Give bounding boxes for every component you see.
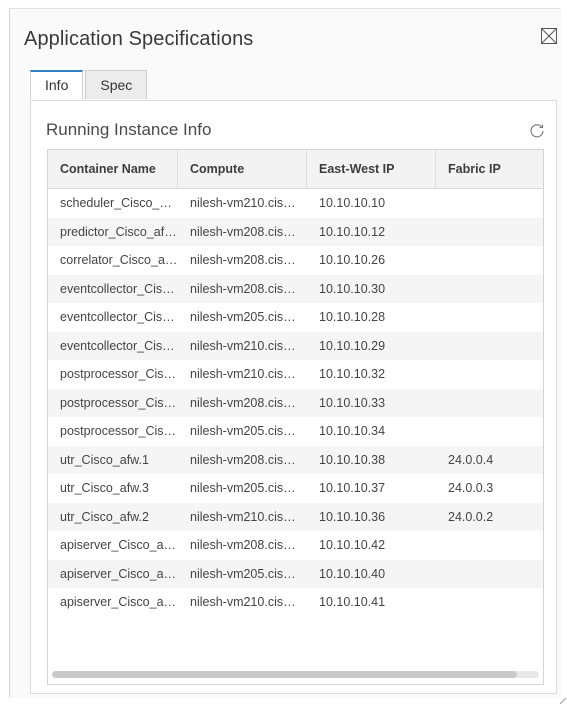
tab-info[interactable]: Info [30,70,84,99]
cell-compute: nilesh-vm210.cis… [190,509,296,524]
table-row[interactable]: postprocessor_Cis… nilesh-vm210.cis… 10.10… [48,360,543,389]
cell-container-name: scheduler_Cisco_… [60,196,172,210]
table-header: Container Name Compute East-West IP Fabr… [48,150,543,189]
cell-fabric-ip [436,531,543,560]
scrollbar-thumb[interactable] [52,671,517,678]
cell-compute: nilesh-vm210.cis… [190,367,296,381]
cell-fabric-ip: 24.0.0.3 [448,481,494,495]
table-row[interactable]: postprocessor_Cis… nilesh-vm205.cis… 10.10… [48,417,543,446]
table-row[interactable]: correlator_Cisco_a… nilesh-vm208.cis… 10.1… [48,246,543,275]
cell-east-west-ip: 10.10.10.41 [319,595,386,609]
cell-compute: nilesh-vm210.cis… [190,196,296,210]
cell-fabric-ip: 24.0.0.2 [448,509,494,524]
cell-container-name: postprocessor_Cis… [60,367,177,381]
cell-east-west-ip: 10.10.10.12 [319,224,386,239]
column-header-container-name[interactable]: Container Name [48,150,178,188]
cell-compute: nilesh-vm205.cis… [190,481,296,495]
cell-east-west-ip: 10.10.10.37 [319,481,386,495]
cell-east-west-ip: 10.10.10.33 [319,395,386,410]
cell-compute: nilesh-vm208.cis… [190,452,296,467]
cell-container-name: eventcollector_Cis… [60,281,175,296]
cell-compute: nilesh-vm208.cis… [190,281,296,296]
info-panel: Running Instance Info Container Name Com… [30,100,557,694]
dialog-title: Application Specifications [24,28,254,50]
tab-bar: Info Spec [30,70,149,100]
table-row[interactable]: eventcollector_Cis… nilesh-vm208.cis… 10.1… [48,274,543,304]
cell-container-name: eventcollector_Cis… [60,310,175,324]
cell-compute: nilesh-vm208.cis… [190,253,296,267]
table-row[interactable]: utr_Cisco_afw.3 nilesh-vm205.cis… 10.10.10… [48,474,543,503]
cell-fabric-ip [436,189,543,218]
cell-fabric-ip [436,560,543,589]
cell-container-name: postprocessor_Cis… [60,424,177,438]
cell-fabric-ip [436,417,543,446]
cell-east-west-ip: 10.10.10.38 [319,452,386,467]
cell-compute: nilesh-vm208.cis… [190,224,296,239]
table-row[interactable]: postprocessor_Cis… nilesh-vm208.cis… 10.10… [48,388,543,418]
cell-east-west-ip: 10.10.10.34 [319,424,386,438]
cell-compute: nilesh-vm210.cis… [190,338,296,353]
table-row[interactable]: scheduler_Cisco_… nilesh-vm210.cis… 10.10.… [48,189,543,218]
cell-east-west-ip: 10.10.10.36 [319,509,386,524]
column-header-compute[interactable]: Compute [178,150,307,188]
cell-container-name: apiserver_Cisco_a… [60,595,177,609]
cell-compute: nilesh-vm208.cis… [190,395,296,410]
cell-fabric-ip [436,303,543,332]
cell-compute: nilesh-vm210.cis… [190,595,296,609]
cell-container-name: utr_Cisco_afw.2 [60,509,149,524]
cell-fabric-ip [436,275,543,304]
cell-east-west-ip: 10.10.10.40 [319,566,386,581]
cell-east-west-ip: 10.10.10.42 [319,538,386,552]
close-icon[interactable] [541,28,557,44]
application-specifications-dialog: Application Specifications Info Spec Run… [9,8,561,698]
refresh-icon[interactable] [529,122,545,138]
cell-container-name: utr_Cisco_afw.1 [60,452,149,467]
column-header-fabric-ip[interactable]: Fabric IP [436,150,543,188]
table-row[interactable]: eventcollector_Cis… nilesh-vm210.cis… 10.1… [48,331,543,361]
cell-fabric-ip [436,389,543,418]
cell-fabric-ip: 24.0.0.4 [448,452,494,467]
cell-compute: nilesh-vm205.cis… [190,310,296,324]
cell-fabric-ip [436,332,543,361]
cell-container-name: utr_Cisco_afw.3 [60,481,149,495]
cell-east-west-ip: 10.10.10.30 [319,281,386,296]
running-instance-table: Container Name Compute East-West IP Fabr… [47,149,544,685]
table-row[interactable]: apiserver_Cisco_a… nilesh-vm208.cis… 10.10… [48,531,543,560]
cell-fabric-ip [436,246,543,275]
table-row[interactable]: apiserver_Cisco_a… nilesh-vm210.cis… 10.10… [48,588,543,617]
cell-container-name: correlator_Cisco_a… [60,253,178,267]
cell-fabric-ip [436,588,543,617]
table-row[interactable]: predictor_Cisco_af… nilesh-vm208.cis… 10.1… [48,217,543,247]
horizontal-scrollbar[interactable] [52,671,539,678]
table-row[interactable]: utr_Cisco_afw.2 nilesh-vm210.cis… 10.10.10… [48,502,543,531]
cell-fabric-ip [436,360,543,389]
cell-container-name: apiserver_Cisco_a… [60,538,177,552]
cell-compute: nilesh-vm205.cis… [190,424,296,438]
cell-compute: nilesh-vm205.cis… [190,566,296,581]
cell-container-name: eventcollector_Cis… [60,338,175,353]
table-row[interactable]: apiserver_Cisco_a… nilesh-vm205.cis… 10.10… [48,559,543,589]
table-body: scheduler_Cisco_… nilesh-vm210.cis… 10.10.… [48,189,543,617]
cell-container-name: predictor_Cisco_af… [60,224,177,239]
cell-compute: nilesh-vm208.cis… [190,538,296,552]
column-header-east-west-ip[interactable]: East-West IP [307,150,436,188]
cell-east-west-ip: 10.10.10.29 [319,338,386,353]
cell-container-name: postprocessor_Cis… [60,395,177,410]
cell-east-west-ip: 10.10.10.28 [319,310,386,324]
cell-east-west-ip: 10.10.10.26 [319,253,386,267]
table-row[interactable]: utr_Cisco_afw.1 nilesh-vm208.cis… 10.10.10… [48,445,543,474]
cell-fabric-ip [436,218,543,247]
cell-east-west-ip: 10.10.10.10 [319,196,386,210]
resize-grip-icon[interactable] [560,698,566,704]
cell-container-name: apiserver_Cisco_a… [60,566,177,581]
cell-east-west-ip: 10.10.10.32 [319,367,386,381]
section-title: Running Instance Info [46,120,212,139]
table-row[interactable]: eventcollector_Cis… nilesh-vm205.cis… 10.1… [48,303,543,332]
tab-spec[interactable]: Spec [85,70,148,99]
